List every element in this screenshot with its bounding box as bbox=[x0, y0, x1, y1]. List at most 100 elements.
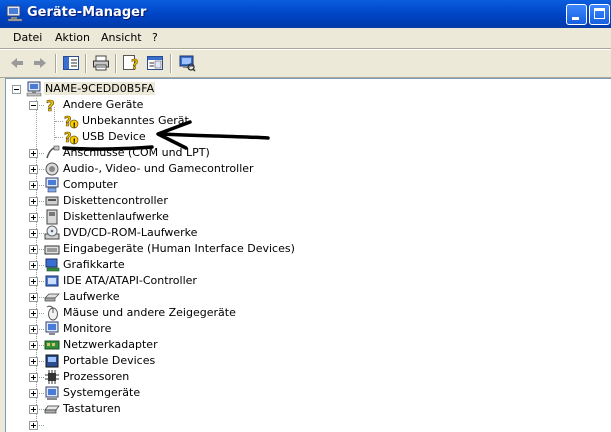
computer-icon bbox=[26, 81, 42, 97]
expand-expander[interactable] bbox=[29, 357, 38, 366]
cd-drive-icon bbox=[44, 225, 60, 240]
expand-expander[interactable] bbox=[29, 421, 38, 430]
category-label: Portable Devices bbox=[63, 354, 156, 367]
expand-expander[interactable] bbox=[29, 245, 38, 254]
back-arrow-icon[interactable] bbox=[8, 54, 26, 72]
expand-expander[interactable] bbox=[29, 165, 38, 174]
display-adapter-icon bbox=[45, 258, 60, 272]
expand-expander[interactable] bbox=[29, 229, 38, 238]
monitor-icon bbox=[45, 321, 59, 335]
tree-category-ide[interactable]: IDE ATA/ATAPI-Controller bbox=[6, 273, 606, 289]
tree-connector bbox=[37, 361, 44, 363]
ide-controller-icon bbox=[45, 275, 59, 287]
speaker-icon bbox=[45, 162, 59, 176]
show-hide-console-tree-icon[interactable] bbox=[62, 54, 80, 72]
network-adapter-icon bbox=[44, 340, 60, 350]
category-label: Andere Geräte bbox=[63, 98, 144, 111]
window-title: Geräte-Manager bbox=[27, 5, 147, 20]
expand-expander[interactable] bbox=[29, 325, 38, 334]
expand-expander[interactable] bbox=[29, 373, 38, 382]
device-manager-icon bbox=[6, 5, 23, 22]
tree-device-usb-device[interactable]: ? ! USB Device bbox=[6, 129, 606, 145]
category-label: DVD/CD-ROM-Laufwerke bbox=[63, 226, 198, 239]
port-icon bbox=[46, 145, 60, 159]
tree-category-andere-geraete[interactable]: ? Andere Geräte bbox=[6, 97, 606, 113]
expand-expander[interactable] bbox=[29, 213, 38, 222]
collapse-expander[interactable] bbox=[29, 101, 38, 110]
menu-bar: Datei Aktion Ansicht ? bbox=[0, 28, 611, 48]
expand-expander[interactable] bbox=[29, 277, 38, 286]
tree-connector bbox=[37, 297, 44, 299]
tree-category-netzwerkadapter[interactable]: Netzwerkadapter bbox=[6, 337, 606, 353]
tree-root-label: NAME-9CEDD0B5FA bbox=[44, 82, 156, 95]
keyboard-icon bbox=[44, 405, 60, 414]
svg-text:!: ! bbox=[73, 122, 76, 130]
expand-expander[interactable] bbox=[29, 197, 38, 206]
svg-text:?: ? bbox=[46, 97, 55, 113]
expand-expander[interactable] bbox=[29, 261, 38, 270]
title-bar[interactable]: Geräte-Manager bbox=[0, 0, 611, 28]
category-label: IDE ATA/ATAPI-Controller bbox=[63, 274, 197, 287]
tree-category-monitore[interactable]: Monitore bbox=[6, 321, 606, 337]
category-label: Grafikkarte bbox=[63, 258, 125, 271]
expand-expander[interactable] bbox=[29, 341, 38, 350]
tree-connector bbox=[37, 345, 44, 347]
tree-category-anschluesse[interactable]: Anschlüsse (COM und LPT) bbox=[6, 145, 606, 161]
print-icon[interactable] bbox=[92, 54, 110, 72]
scan-hardware-icon[interactable] bbox=[178, 54, 196, 72]
toolbar-divider bbox=[85, 54, 86, 73]
tree-device-unbekanntes-geraet[interactable]: ? ! Unbekanntes Gerät bbox=[6, 113, 606, 129]
unknown-device-question-icon: ? bbox=[46, 97, 55, 113]
tree-category-portable-devices[interactable]: Portable Devices bbox=[6, 353, 606, 369]
forward-arrow-icon[interactable] bbox=[31, 54, 49, 72]
device-tree[interactable]: NAME-9CEDD0B5FA ? Andere Geräte ? ! Unbe… bbox=[5, 78, 611, 432]
expand-expander[interactable] bbox=[29, 181, 38, 190]
tree-category-grafikkarte[interactable]: Grafikkarte bbox=[6, 257, 606, 273]
menu-ansicht[interactable]: Ansicht bbox=[101, 31, 142, 44]
category-label: Anschlüsse (COM und LPT) bbox=[63, 146, 210, 159]
tree-category-computer[interactable]: Computer bbox=[6, 177, 606, 193]
category-label: Audio-, Video- und Gamecontroller bbox=[63, 162, 254, 175]
tree-connector bbox=[37, 249, 44, 251]
collapse-expander[interactable] bbox=[12, 85, 21, 94]
toolbar-divider bbox=[115, 54, 116, 73]
tree-category-systemgeraete[interactable]: Systemgeräte bbox=[6, 385, 606, 401]
tree-category-audio[interactable]: Audio-, Video- und Gamecontroller bbox=[6, 161, 606, 177]
tree-category-maeuse[interactable]: Mäuse und andere Zeigegeräte bbox=[6, 305, 606, 321]
menu-help[interactable]: ? bbox=[152, 31, 158, 44]
help-icon[interactable]: ? bbox=[122, 54, 140, 72]
tree-connector bbox=[37, 217, 44, 219]
category-label: Diskettencontroller bbox=[63, 194, 168, 207]
tree-category-partial[interactable] bbox=[6, 417, 606, 432]
tree-connector bbox=[37, 313, 44, 315]
tree-category-laufwerke[interactable]: Laufwerke bbox=[6, 289, 606, 305]
expand-expander[interactable] bbox=[29, 405, 38, 414]
tree-category-tastaturen[interactable]: Tastaturen bbox=[6, 401, 606, 417]
expand-expander[interactable] bbox=[29, 309, 38, 318]
tree-connector bbox=[37, 281, 44, 283]
unknown-device-warning-icon: ? ! bbox=[64, 115, 79, 130]
tree-category-dvd-cdrom[interactable]: DVD/CD-ROM-Laufwerke bbox=[6, 225, 606, 241]
tree-category-diskettenlaufwerke[interactable]: Diskettenlaufwerke bbox=[6, 209, 606, 225]
expand-expander[interactable] bbox=[29, 293, 38, 302]
expand-expander[interactable] bbox=[29, 389, 38, 398]
category-label: Tastaturen bbox=[63, 402, 121, 415]
tree-category-diskettencontroller[interactable]: Diskettencontroller bbox=[6, 193, 606, 209]
properties-icon[interactable] bbox=[146, 54, 164, 72]
tree-category-eingabegeraete[interactable]: Eingabegeräte (Human Interface Devices) bbox=[6, 241, 606, 257]
portable-device-icon bbox=[45, 354, 59, 368]
tree-root[interactable]: NAME-9CEDD0B5FA bbox=[6, 81, 606, 97]
menu-datei[interactable]: Datei bbox=[13, 31, 42, 44]
expand-expander[interactable] bbox=[29, 149, 38, 158]
minimize-button[interactable] bbox=[566, 4, 587, 25]
tree-category-prozessoren[interactable]: Prozessoren bbox=[6, 369, 606, 385]
tree-connector bbox=[37, 233, 44, 235]
svg-text:!: ! bbox=[73, 138, 76, 146]
toolbar-divider bbox=[170, 54, 171, 73]
menu-aktion[interactable]: Aktion bbox=[55, 31, 90, 44]
tree-connector bbox=[37, 105, 44, 107]
keyboard-icon bbox=[44, 245, 60, 255]
system-device-icon bbox=[45, 386, 59, 400]
tree-connector bbox=[37, 185, 44, 187]
maximize-button[interactable] bbox=[589, 4, 610, 25]
